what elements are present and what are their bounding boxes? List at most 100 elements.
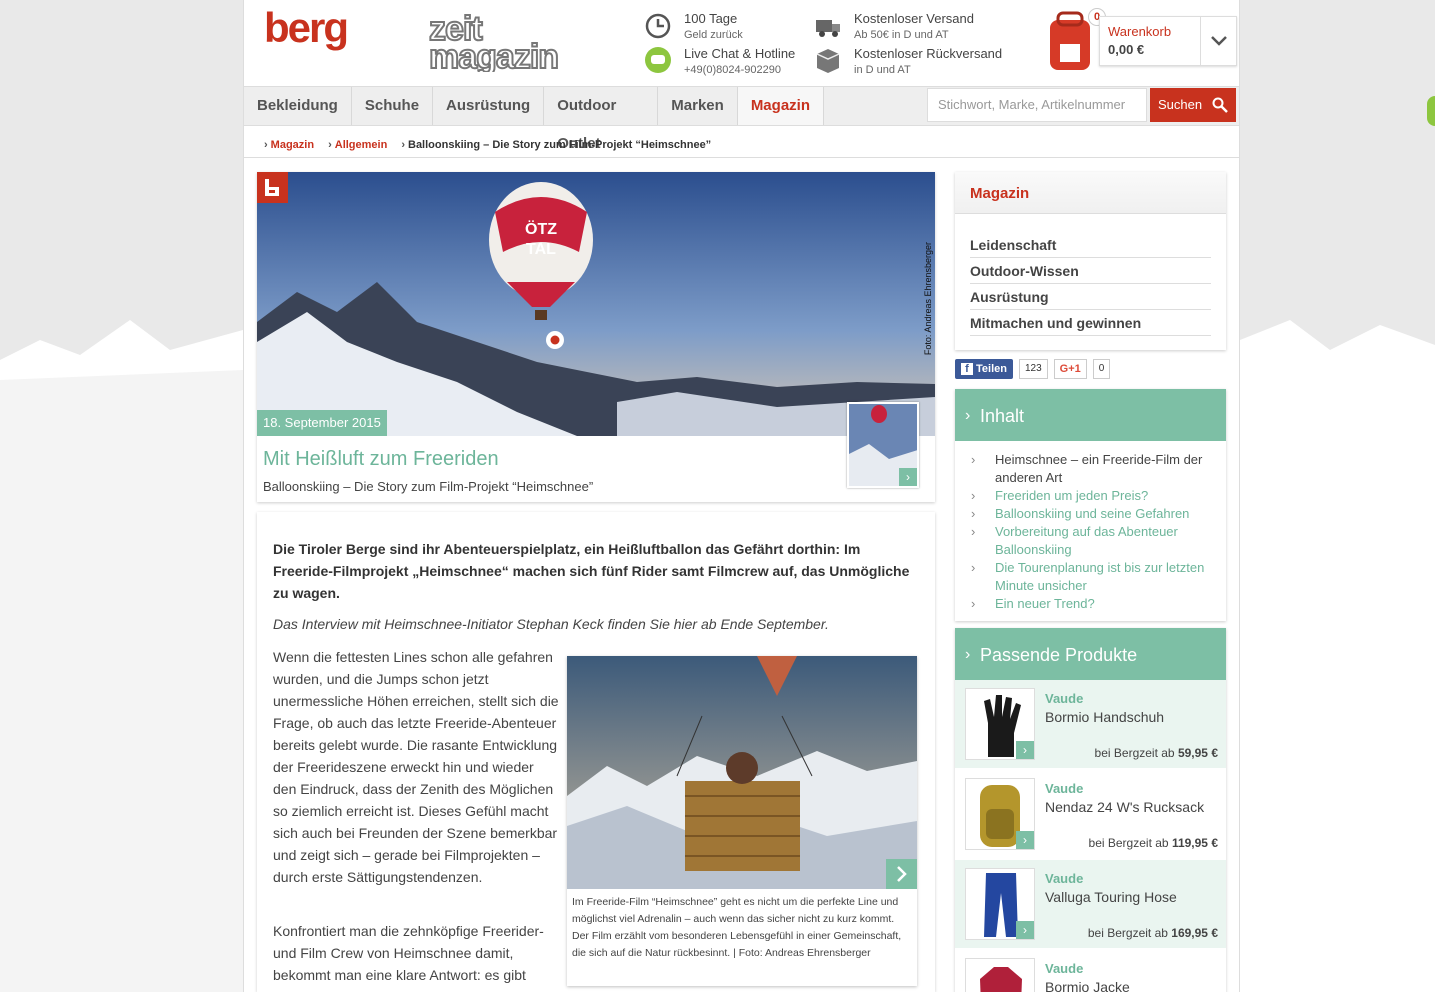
search-button-label: Suchen (1158, 97, 1203, 112)
chat-icon (645, 47, 671, 73)
table-of-contents: › Inhalt › Heimschnee – ein Freeride-Film … (955, 389, 1226, 621)
service-money-back[interactable]: 100 Tage Geld zurück (684, 11, 743, 43)
cart-sum: 0,00 € (1108, 42, 1145, 57)
search-button[interactable]: Suchen (1150, 88, 1236, 122)
product-brand: Vaude (1045, 961, 1084, 976)
magazin-item-leidenschaft[interactable]: Leidenschaft (970, 232, 1211, 258)
magazin-item-mitmachen[interactable]: Mitmachen und gewinnen (970, 310, 1211, 336)
service-return[interactable]: Kostenloser Rückversand in D und AT (854, 46, 1002, 78)
balloon-text-1: ÖTZ (525, 219, 557, 238)
photo-credit: Foto: Andreas Ehrensberger (923, 242, 933, 356)
chevron-right-icon: › (965, 407, 971, 424)
product-brand: Vaude (1045, 871, 1084, 886)
toc-header[interactable]: › Inhalt (955, 389, 1226, 441)
nav-item-marken[interactable]: Marken (658, 87, 738, 125)
product-price: bei Bergzeit ab 169,95 € (1087, 926, 1218, 940)
magazin-box: Magazin Leidenschaft Outdoor-Wissen Ausr… (955, 172, 1226, 350)
chevron-right-icon: › (971, 560, 976, 575)
magazin-box-title: Magazin (955, 172, 1226, 214)
cart[interactable]: 0 Warenkorb 0,00 € (1044, 8, 1239, 70)
box-icon (816, 49, 840, 73)
service-hotline[interactable]: Live Chat & Hotline +49(0)8024-902290 (684, 46, 795, 78)
chevron-right-icon: › (899, 468, 917, 486)
product-card[interactable]: › Vaude Nendaz 24 W's Rucksack bei Bergz… (955, 770, 1226, 858)
chevron-right-icon: › (1016, 741, 1034, 759)
main-nav: Bekleidung Schuhe Ausrüstung Outdoor Out… (244, 86, 824, 152)
nav-item-outdoor-outlet[interactable]: Outdoor Outlet (544, 87, 659, 152)
hero-teaser: ÖTZ TAL Foto: Andreas Ehrensberger 18. S… (257, 172, 935, 502)
magazin-item-outdoor-wissen[interactable]: Outdoor-Wissen (970, 258, 1211, 284)
post-title[interactable]: Mit Heißluft zum Freeriden (263, 448, 499, 471)
nav-item-magazin[interactable]: Magazin (737, 87, 824, 125)
toc-item[interactable]: › Die Tourenplanung ist bis zur letzten M… (971, 559, 1216, 595)
nav-item-ausruestung[interactable]: Ausrüstung (433, 87, 545, 125)
products-header[interactable]: › Passende Produkte (955, 628, 1226, 680)
product-name: Nendaz 24 W's Rucksack (1045, 799, 1205, 815)
toc-list: › Heimschnee – ein Freeride-Film der ande… (955, 441, 1226, 613)
cart-label: Warenkorb (1108, 24, 1172, 39)
product-image: › (965, 868, 1035, 940)
product-price: bei Bergzeit ab 119,95 € (1088, 836, 1218, 850)
chevron-right-icon: › (328, 139, 332, 151)
article-paragraph-1: Wenn die fettesten Lines schon alle gefa… (273, 649, 559, 885)
product-card[interactable]: Vaude Bormio Jacke (955, 950, 1226, 992)
share-bar: f Teilen 123 G+1 0 (955, 358, 1111, 380)
chevron-right-icon: › (971, 524, 976, 539)
facebook-share-button[interactable]: f Teilen (955, 359, 1013, 379)
chevron-down-icon (1210, 36, 1227, 46)
truck-icon (816, 20, 840, 37)
post-date: 18. September 2015 (257, 410, 387, 436)
related-products: › Passende Produkte › Vaude Bormio Handsc… (955, 628, 1226, 992)
product-brand: Vaude (1045, 691, 1084, 706)
chevron-right-icon: › (264, 139, 268, 151)
post-subtitle: Balloonskiing – Die Story zum Film-Proje… (263, 479, 594, 494)
breadcrumb-magazin[interactable]: › Magazin (264, 139, 314, 151)
product-card[interactable]: › Vaude Bormio Handschuh bei Bergzeit ab… (955, 680, 1226, 768)
product-image: › (965, 688, 1035, 760)
page: berg zeit magazin 100 Tage Geld zurück Li… (243, 0, 1240, 992)
facebook-icon: f (961, 363, 973, 375)
toc-item[interactable]: › Freeriden um jeden Preis? (971, 487, 1216, 505)
toc-item[interactable]: › Heimschnee – ein Freeride-Film der ande… (971, 451, 1216, 487)
breadcrumb-allgemein[interactable]: › Allgemein (328, 139, 387, 151)
toc-item[interactable]: › Ein neuer Trend? (971, 595, 1216, 613)
product-brand: Vaude (1045, 781, 1084, 796)
product-image: › (965, 778, 1035, 850)
chevron-right-icon: › (971, 488, 976, 503)
breadcrumb-current: › Balloonskiing – Die Story zum Film-Proj… (401, 139, 712, 151)
nav-item-bekleidung[interactable]: Bekleidung (244, 87, 352, 125)
chevron-right-icon: › (965, 646, 971, 663)
nav-item-schuhe[interactable]: Schuhe (352, 87, 434, 125)
cart-dropdown-button[interactable] (1200, 17, 1236, 65)
article-lead: Die Tiroler Berge sind ihr Abenteuerspie… (273, 541, 910, 601)
toc-item[interactable]: › Balloonskiing und seine Gefahren (971, 505, 1216, 523)
chevron-right-icon: › (971, 596, 976, 611)
figure-image-balloon-basket[interactable] (567, 656, 917, 889)
article-interview-note: Das Interview mit Heimschnee-Initiator S… (273, 616, 829, 632)
figure-next-button[interactable] (886, 859, 917, 889)
product-name: Bormio Jacke (1045, 979, 1130, 992)
clock-icon (645, 13, 671, 39)
article: Die Tiroler Berge sind ihr Abenteuerspie… (257, 512, 935, 992)
chevron-right-icon: › (401, 139, 405, 151)
article-figure: Im Freeride-Film “Heimschnee” geht es ni… (567, 656, 917, 986)
service-shipping[interactable]: Kostenloser Versand Ab 50€ in D und AT (854, 11, 974, 43)
facebook-share-count: 123 (1018, 359, 1048, 379)
bergzeit-logo[interactable]: berg zeit magazin (264, 10, 624, 72)
feedback-tab[interactable] (1427, 96, 1435, 126)
chevron-right-icon: › (1016, 831, 1034, 849)
article-paragraph-2: Konfrontiert man die zehnköpfige Freerid… (273, 923, 544, 983)
cart-summary[interactable]: Warenkorb 0,00 € (1099, 16, 1237, 66)
product-name: Bormio Handschuh (1045, 709, 1165, 725)
product-card[interactable]: › Vaude Valluga Touring Hose bei Bergzei… (955, 860, 1226, 948)
magazin-item-ausruestung[interactable]: Ausrüstung (970, 284, 1211, 310)
magazin-list: Leidenschaft Outdoor-Wissen Ausrüstung M… (955, 214, 1226, 336)
gplus-button[interactable]: G+1 (1053, 359, 1087, 379)
chevron-right-icon: › (971, 506, 976, 521)
bergzeit-b-icon (257, 172, 288, 203)
gallery-thumbnail[interactable]: › (847, 402, 919, 488)
chevron-right-icon: › (1016, 921, 1034, 939)
search-input[interactable]: Stichwort, Marke, Artikelnummer (927, 88, 1147, 122)
toc-item[interactable]: › Vorbereitung auf das Abenteuer Balloons… (971, 523, 1216, 559)
search-icon (1212, 97, 1228, 113)
